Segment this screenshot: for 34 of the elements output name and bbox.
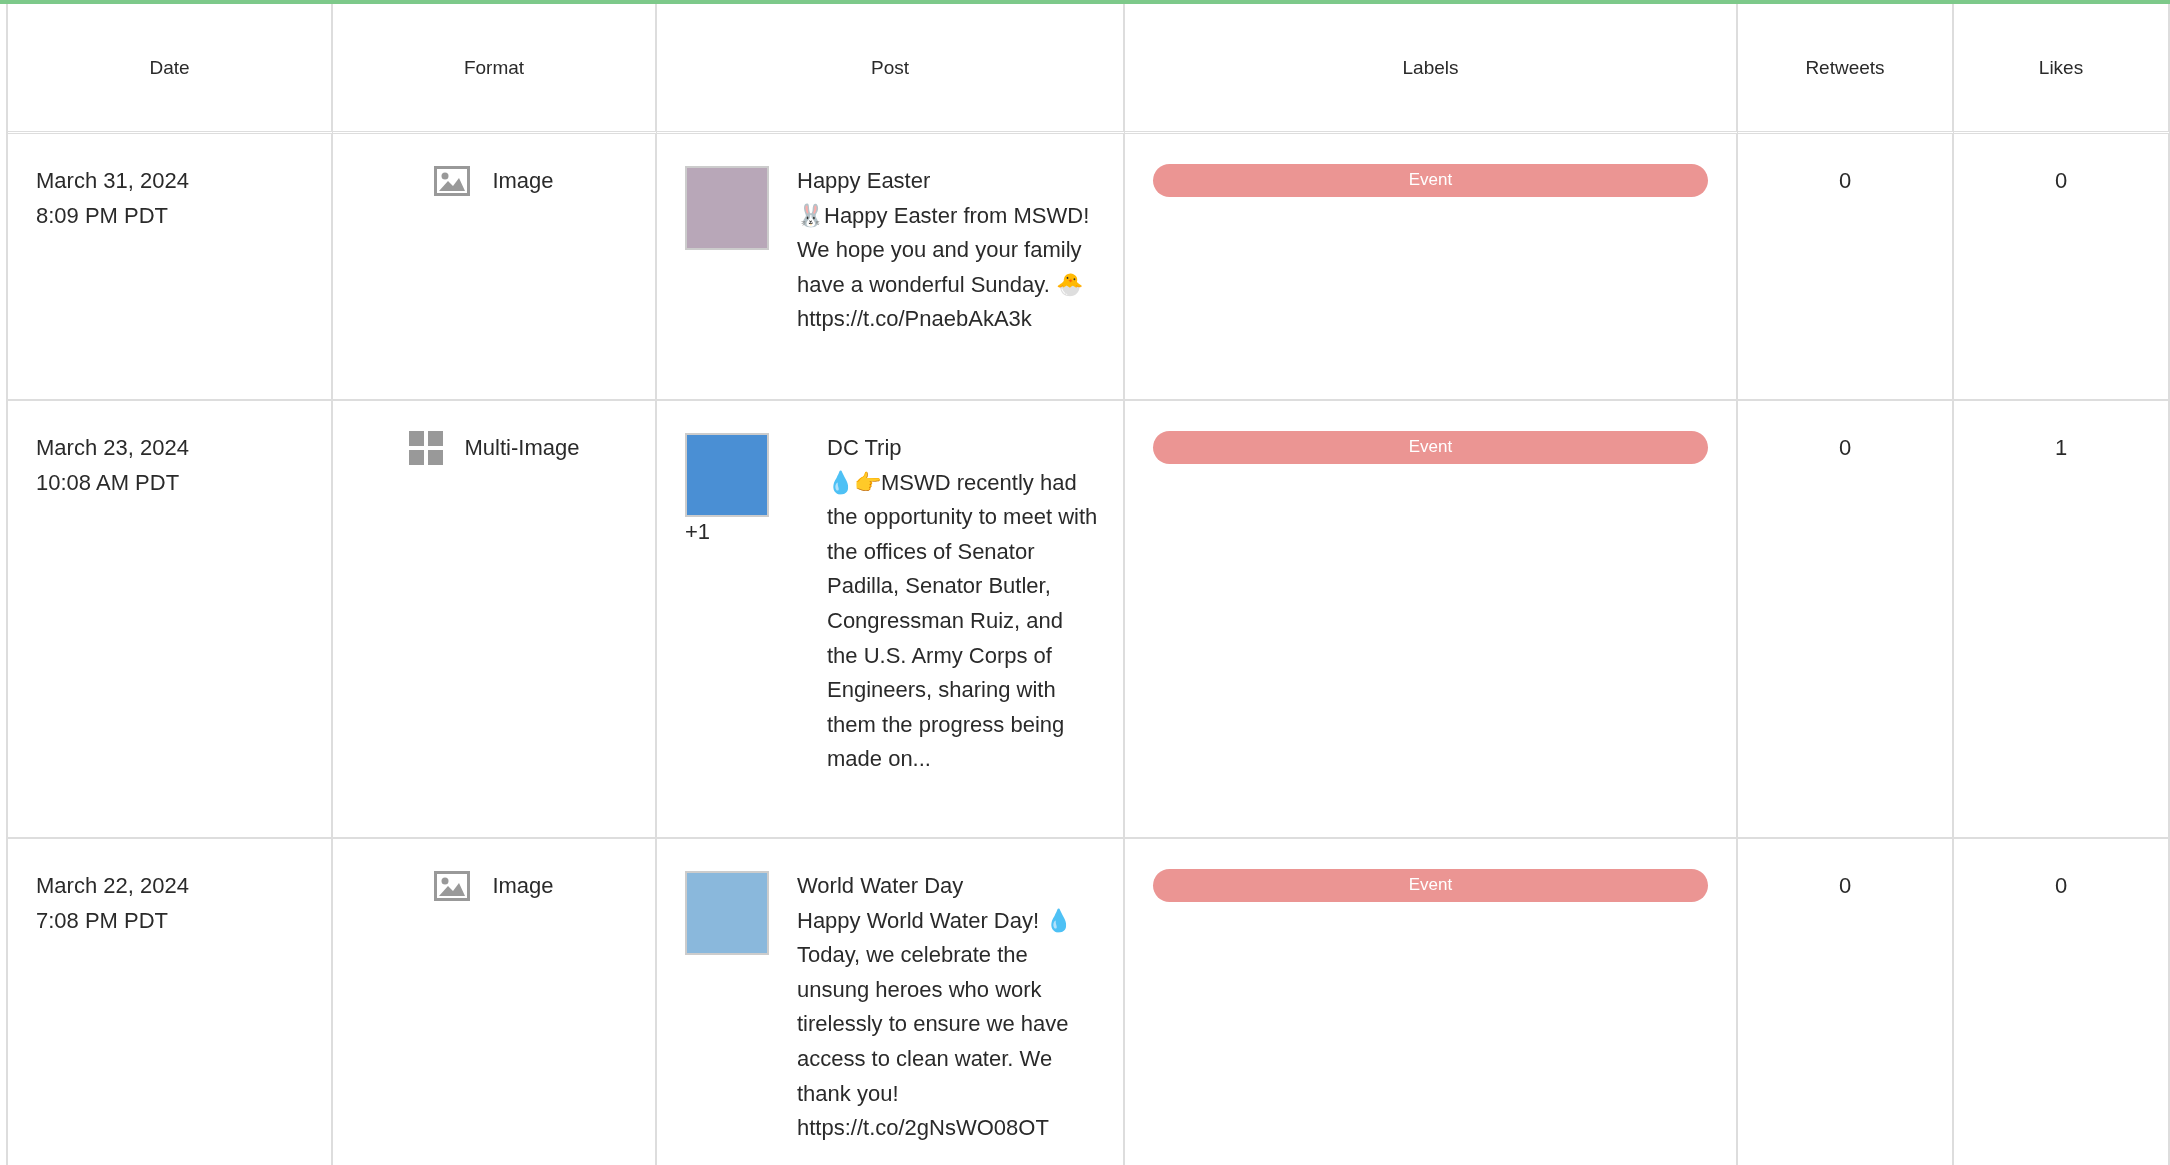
post-text: Happy World Water Day! 💧 Today, we celebrate the unsung heroes who work tirelessly to ensure we have access to clean water. We thank you! https://t.co/2gNsWO08OT (797, 906, 1074, 1143)
retweet-count: 0 (1838, 168, 1852, 193)
time-text: 10:08 AM PDT (36, 468, 181, 497)
grid-icon (408, 431, 443, 466)
post-text: 🐰Happy Easter from MSWD! We hope you and your family have a wonderful Sunday. 🐣 https://t.co/PnaebAkA3k (797, 201, 1091, 334)
like-count: 0 (2054, 168, 2068, 193)
label-tag: Event (1153, 869, 1708, 902)
column-header[interactable]: Format (333, 4, 657, 134)
label-tag: Event (1153, 164, 1708, 197)
column-header[interactable]: Retweets (1738, 4, 1954, 134)
like-count: 1 (2054, 435, 2068, 460)
post-text: 💧👉MSWD recently had the opportunity to meet with the offices of Senator Padilla, Senator Butler, Congressman Ruiz, and the U.S. Army Corps of Engineers, sharing with them the progress being made on... (827, 468, 1099, 774)
format-label: Image (492, 872, 554, 900)
more-count: +1 (685, 518, 712, 546)
column-header[interactable]: Post (657, 4, 1125, 134)
column-header[interactable]: Date (8, 4, 333, 134)
post-title: DC Trip (827, 434, 903, 462)
image-icon (434, 871, 471, 902)
post-title: World Water Day (797, 872, 965, 900)
retweet-count: 0 (1838, 873, 1852, 898)
date-text: March 22, 2024 (36, 872, 190, 900)
label-tag: Event (1153, 431, 1708, 464)
time-text: 8:09 PM PDT (36, 201, 170, 230)
format-label: Multi-Image (464, 434, 580, 462)
column-header[interactable]: Likes (1954, 4, 2170, 134)
post-title: Happy Easter (797, 167, 932, 195)
time-text: 7:08 PM PDT (36, 906, 170, 935)
column-header[interactable]: Labels (1125, 4, 1738, 134)
like-count: 0 (2054, 873, 2068, 898)
date-text: March 31, 2024 (36, 167, 190, 195)
date-text: March 23, 2024 (36, 434, 190, 462)
format-label: Image (492, 167, 554, 195)
retweet-count: 0 (1838, 435, 1852, 460)
image-icon (434, 166, 471, 197)
